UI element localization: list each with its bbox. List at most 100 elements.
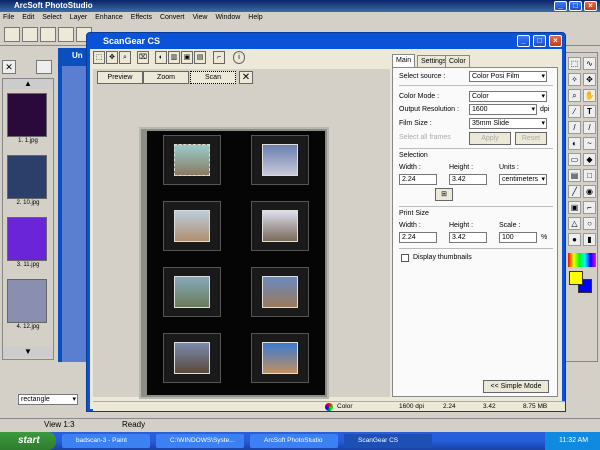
album-thumb-3[interactable]	[7, 217, 47, 261]
open-icon[interactable]	[22, 27, 38, 42]
crop-frame-icon[interactable]: ⬚	[93, 51, 105, 64]
color-mode-dropdown[interactable]: Color	[469, 91, 547, 102]
tab-main[interactable]: Main	[392, 54, 416, 67]
move-tool-icon[interactable]: ✥	[583, 73, 596, 86]
new-icon[interactable]	[4, 27, 20, 42]
print-width-input[interactable]: 2.24	[399, 232, 437, 243]
aspect-lock-icon[interactable]: ⊞	[435, 188, 453, 201]
album-scroll-up-icon[interactable]: ▲	[3, 79, 53, 89]
tab-color[interactable]: Color	[445, 55, 470, 67]
film-size-dropdown[interactable]: 35mm Slide	[469, 118, 547, 129]
slide-frame-8[interactable]	[251, 333, 309, 383]
print-height-input[interactable]: 3.42	[449, 232, 487, 243]
slide-frame-3[interactable]	[163, 201, 221, 251]
crop-tool-icon[interactable]: ⌐	[583, 201, 596, 214]
output-resolution-dropdown[interactable]: 1600	[469, 104, 537, 115]
gradient-tool-icon[interactable]: ▤	[568, 169, 581, 182]
stamp-tool-icon[interactable]: ▣	[568, 201, 581, 214]
blur-tool-icon[interactable]: ○	[583, 217, 596, 230]
menu-window[interactable]: Window	[215, 14, 240, 21]
shape-select[interactable]: rectangle	[18, 394, 78, 405]
hand-tool-icon[interactable]: ✋	[583, 89, 596, 102]
app-minimize-button[interactable]: _	[554, 1, 567, 11]
sharpen-tool-icon[interactable]: △	[568, 217, 581, 230]
magic-wand-tool-icon[interactable]: ✧	[568, 73, 581, 86]
clone-tool-icon[interactable]: ◐	[568, 137, 581, 150]
task-cmd[interactable]: C:\WINDOWS\Syste...	[156, 434, 244, 448]
shape-tool-icon[interactable]: □	[583, 169, 596, 182]
slide-frame-4[interactable]	[251, 201, 309, 251]
status-color-mode: Color	[337, 403, 353, 410]
text-tool-icon[interactable]: T	[583, 105, 596, 118]
task-photostudio[interactable]: ArcSoft PhotoStudio	[250, 434, 338, 448]
menu-convert[interactable]: Convert	[160, 14, 185, 21]
scangear-minimize-button[interactable]: _	[517, 35, 530, 47]
album-close-icon[interactable]: ✕	[2, 60, 16, 74]
lasso-tool-icon[interactable]: ∿	[583, 57, 596, 70]
album-scroll-down-icon[interactable]: ▼	[3, 347, 53, 357]
reset-button[interactable]: Reset	[515, 132, 547, 145]
eyedropper-tool-icon[interactable]: ⁄	[568, 105, 581, 118]
red-eye-tool-icon[interactable]: ◉	[583, 185, 596, 198]
dodge-tool-icon[interactable]: ●	[568, 233, 581, 246]
scale-input[interactable]: 100	[499, 232, 537, 243]
zoom-button[interactable]: Zoom	[143, 71, 189, 84]
album-view-icon[interactable]	[36, 60, 52, 74]
display-thumbnails-checkbox[interactable]	[401, 254, 409, 262]
rotate-frame-icon[interactable]: ⌐	[213, 51, 225, 64]
line-tool-icon[interactable]: ╱	[568, 185, 581, 198]
app-maximize-button[interactable]: □	[569, 1, 582, 11]
menu-edit[interactable]: Edit	[22, 14, 34, 21]
slide-frame-5[interactable]	[163, 267, 221, 317]
task-paint[interactable]: badscan-3 - Paint	[62, 434, 150, 448]
album-thumb-2[interactable]	[7, 155, 47, 199]
frame-select-icon[interactable]: ▣	[181, 51, 193, 64]
color-palette-strip[interactable]	[568, 253, 596, 267]
scangear-close-button[interactable]: ×	[549, 35, 562, 47]
zoom-icon[interactable]: ⌕	[119, 51, 131, 64]
scan-button[interactable]: Scan	[190, 71, 236, 84]
menu-select[interactable]: Select	[42, 14, 61, 21]
slide-frame-6[interactable]	[251, 267, 309, 317]
burn-tool-icon[interactable]: ▮	[583, 233, 596, 246]
move-icon[interactable]: ✥	[106, 51, 118, 64]
slide-frame-2[interactable]	[251, 135, 309, 185]
menu-view[interactable]: View	[192, 14, 207, 21]
mirror-icon[interactable]: ▥	[168, 51, 180, 64]
slide-frame-7[interactable]	[163, 333, 221, 383]
start-button[interactable]: start	[0, 432, 56, 450]
scangear-maximize-button[interactable]: □	[533, 35, 546, 47]
simple-mode-button[interactable]: << Simple Mode	[483, 380, 549, 393]
select-source-dropdown[interactable]: Color Posi Film	[469, 71, 547, 82]
task-scangear[interactable]: ScanGear CS	[344, 434, 432, 448]
thumbnail-icon[interactable]: ▤	[194, 51, 206, 64]
fill-tool-icon[interactable]: ◆	[583, 153, 596, 166]
selection-height-input[interactable]: 3.42	[449, 174, 487, 185]
marquee-tool-icon[interactable]: ⬚	[568, 57, 581, 70]
menu-enhance[interactable]: Enhance	[95, 14, 123, 21]
menu-help[interactable]: Help	[248, 14, 262, 21]
preview-button[interactable]: Preview	[97, 71, 143, 84]
foreground-color-swatch[interactable]	[569, 271, 583, 285]
brush-tool-icon[interactable]: /	[568, 121, 581, 134]
album-thumb-4[interactable]	[7, 279, 47, 323]
info-icon[interactable]: i	[233, 51, 245, 64]
menu-file[interactable]: File	[3, 14, 14, 21]
album-thumb-1[interactable]	[7, 93, 47, 137]
slide-frame-1[interactable]	[163, 135, 221, 185]
menu-layer[interactable]: Layer	[70, 14, 88, 21]
menu-effects[interactable]: Effects	[131, 14, 152, 21]
selection-width-input[interactable]: 2.24	[399, 174, 437, 185]
zoom-tool-icon[interactable]: ⌕	[568, 89, 581, 102]
eraser-tool-icon[interactable]: ▭	[568, 153, 581, 166]
cancel-icon[interactable]: ✕	[239, 71, 253, 84]
clear-crop-icon[interactable]: ⌧	[137, 51, 149, 64]
pencil-tool-icon[interactable]: /	[583, 121, 596, 134]
smudge-tool-icon[interactable]: ~	[583, 137, 596, 150]
rotate-icon[interactable]: ◐	[155, 51, 167, 64]
units-dropdown[interactable]: centimeters	[499, 174, 547, 185]
apply-button[interactable]: Apply	[469, 132, 511, 145]
acquire-icon[interactable]	[40, 27, 56, 42]
app-close-button[interactable]: ×	[584, 1, 597, 11]
save-icon[interactable]	[58, 27, 74, 42]
